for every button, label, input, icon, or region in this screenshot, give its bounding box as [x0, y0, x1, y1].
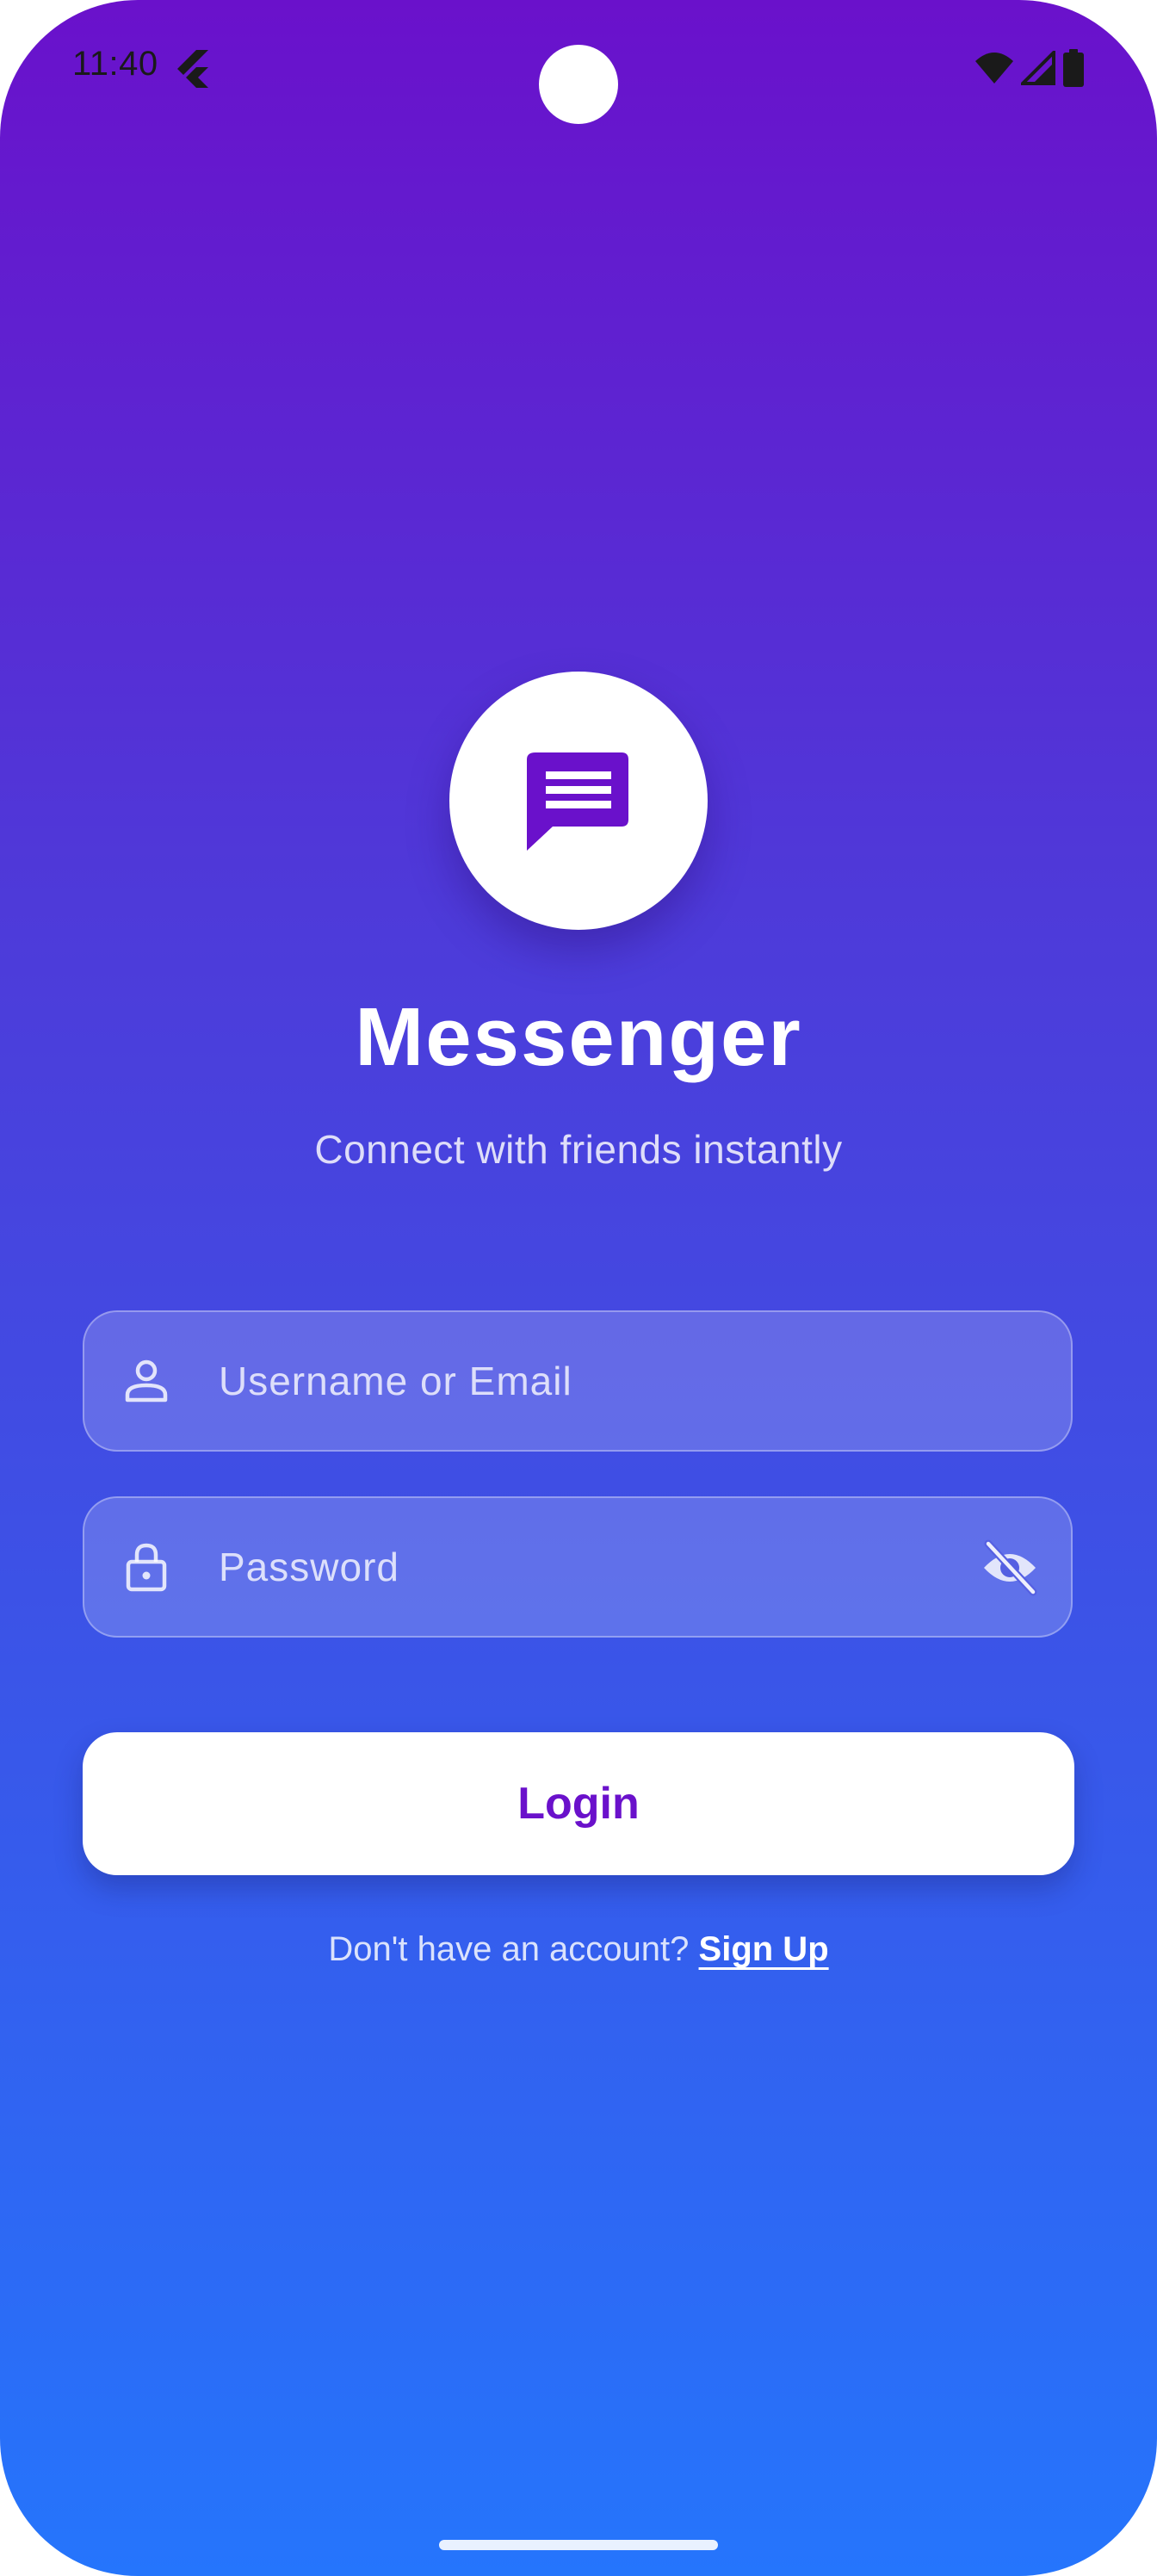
- app-logo: [449, 672, 708, 930]
- username-input[interactable]: [219, 1312, 942, 1450]
- password-field-container: [83, 1496, 1073, 1638]
- status-time: 11:40: [72, 45, 158, 83]
- home-indicator[interactable]: [439, 2540, 718, 2550]
- login-screen: 11:40 Messenger Connect with friends ins…: [0, 0, 1157, 2576]
- battery-icon: [1063, 49, 1084, 87]
- status-icons: [974, 48, 1085, 88]
- signup-prompt-text: Don't have an account?: [328, 1930, 690, 1968]
- signup-link[interactable]: Sign Up: [699, 1930, 829, 1968]
- person-icon: [125, 1359, 168, 1403]
- password-input[interactable]: [219, 1498, 942, 1636]
- app-title: Messenger: [355, 991, 802, 1083]
- signup-prompt-row: Don't have an account? Sign Up: [0, 1930, 1157, 1969]
- username-field-container: [83, 1310, 1073, 1452]
- lock-icon: [126, 1543, 167, 1592]
- flutter-icon: [177, 50, 208, 88]
- login-button[interactable]: Login: [83, 1732, 1074, 1875]
- wifi-icon: [975, 53, 1013, 84]
- app-subtitle: Connect with friends instantly: [314, 1127, 843, 1172]
- status-bar: 11:40: [0, 0, 1157, 138]
- chat-bubble-icon: [527, 752, 628, 851]
- visibility-off-icon[interactable]: [980, 1537, 1040, 1597]
- camera-cutout: [539, 45, 618, 124]
- cellular-signal-icon: [1021, 51, 1055, 85]
